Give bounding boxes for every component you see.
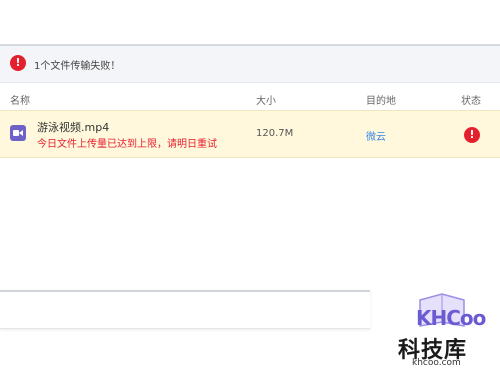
top-strip <box>0 0 500 44</box>
watermark-logo-text: KHCoo <box>416 306 486 330</box>
transfer-panel: ! 1个文件传输失败！ 名称 大小 目的地 状态 游泳视频.mp4 今日文件上传… <box>0 44 500 296</box>
file-name: 游泳视频.mp4 <box>37 121 110 134</box>
column-header-size[interactable]: 大小 <box>256 92 276 107</box>
watermark: KHCoo 科技库 khcoo.com <box>390 292 495 372</box>
table-header: 名称 大小 目的地 状态 <box>0 83 500 109</box>
destination-link[interactable]: 微云 <box>366 128 386 143</box>
video-icon <box>10 125 26 141</box>
file-size: 120.7M <box>256 128 294 139</box>
column-header-destination[interactable]: 目的地 <box>366 92 396 107</box>
watermark-url: khcoo.com <box>412 358 461 368</box>
file-error-message: 今日文件上传量已达到上限，请明日重试 <box>37 139 217 150</box>
alert-bar: ! 1个文件传输失败！ <box>0 46 500 83</box>
table-row[interactable]: 游泳视频.mp4 今日文件上传量已达到上限，请明日重试 120.7M 微云 ! <box>0 110 500 158</box>
column-header-status[interactable]: 状态 <box>461 92 481 107</box>
watermark-logo: KHCoo <box>402 292 486 332</box>
column-header-name[interactable]: 名称 <box>10 92 30 107</box>
alert-message: 1个文件传输失败！ <box>34 61 121 72</box>
error-icon: ! <box>10 55 26 71</box>
bottom-bar <box>0 290 370 329</box>
error-icon[interactable]: ! <box>464 127 480 143</box>
